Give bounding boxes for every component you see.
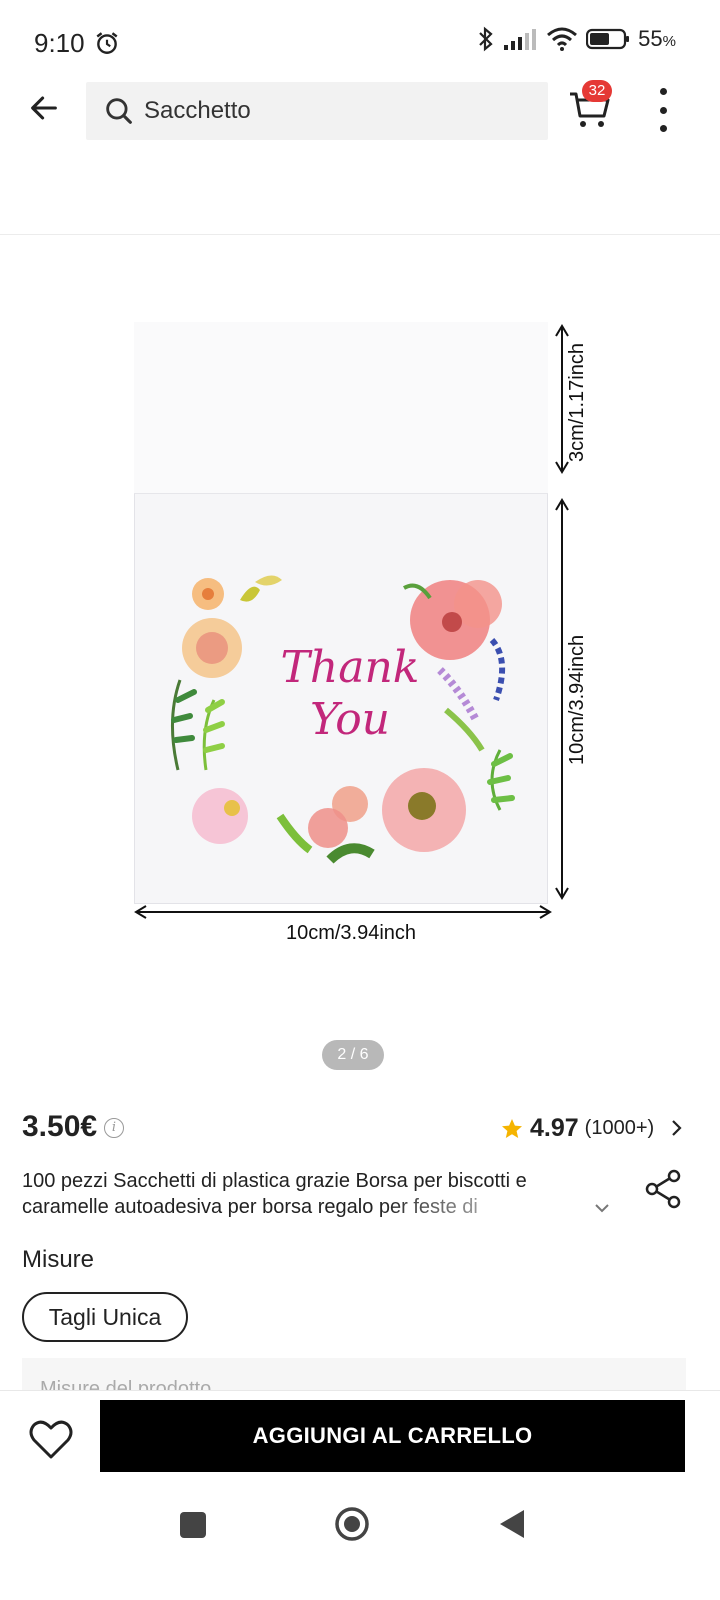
status-time: 9:10 [34,28,120,59]
title-fade [380,1194,562,1222]
dimension-label-height: 10cm/3.94inch [566,634,588,766]
battery-value: 55 [638,26,663,51]
dimension-label-flap: 3cm/1.17inch [566,343,588,463]
top-divider [0,234,720,235]
recent-apps-button[interactable] [180,1512,206,1538]
alarm-icon [96,32,118,54]
product-specs-row[interactable]: Misure del prodotto [22,1358,686,1390]
home-button[interactable] [334,1506,370,1542]
add-to-cart-button[interactable]: AGGIUNGI AL CARRELLO [100,1400,685,1472]
more-dot [659,88,667,95]
heart-icon[interactable] [26,1414,76,1464]
specs-label: Misure del prodotto [40,1378,212,1390]
rating-count: (1000+) [584,1117,655,1139]
signal-icon [504,29,537,50]
more-dot [659,106,667,114]
dimension-arrows [134,324,569,919]
search-icon [106,98,132,124]
more-options-button[interactable] [648,88,678,132]
image-page-indicator: 2 / 6 [322,1040,384,1070]
search-bar[interactable] [86,82,548,140]
dimension-label-width: 10cm/3.94inch [285,922,417,944]
search-input[interactable] [142,96,526,126]
price-info-icon[interactable]: i [104,1118,124,1138]
chevron-right-icon[interactable] [664,1116,688,1140]
nav-back-button[interactable] [498,1508,526,1540]
bluetooth-icon [479,26,493,52]
star-icon [502,1118,522,1138]
back-button[interactable] [22,86,66,130]
size-option-chip[interactable]: Tagli Unica [22,1292,188,1342]
rating-summary[interactable]: 4.97 (1000+) [500,1114,654,1143]
rating-value: 4.97 [530,1114,579,1142]
battery-level: 55% [638,26,676,52]
status-icons: 55% [476,26,676,52]
status-time-text: 9:10 [34,28,85,58]
product-price: 3.50€ [22,1110,98,1143]
battery-unit: % [662,33,676,50]
share-icon[interactable] [640,1166,686,1212]
chevron-down-icon[interactable] [590,1196,614,1220]
battery-icon [586,28,630,50]
cart-count-badge: 32 [582,80,612,102]
wifi-icon [547,27,578,51]
more-dot [659,125,667,132]
arrow-left-icon [31,96,57,120]
size-section-label: Misure [22,1246,95,1273]
